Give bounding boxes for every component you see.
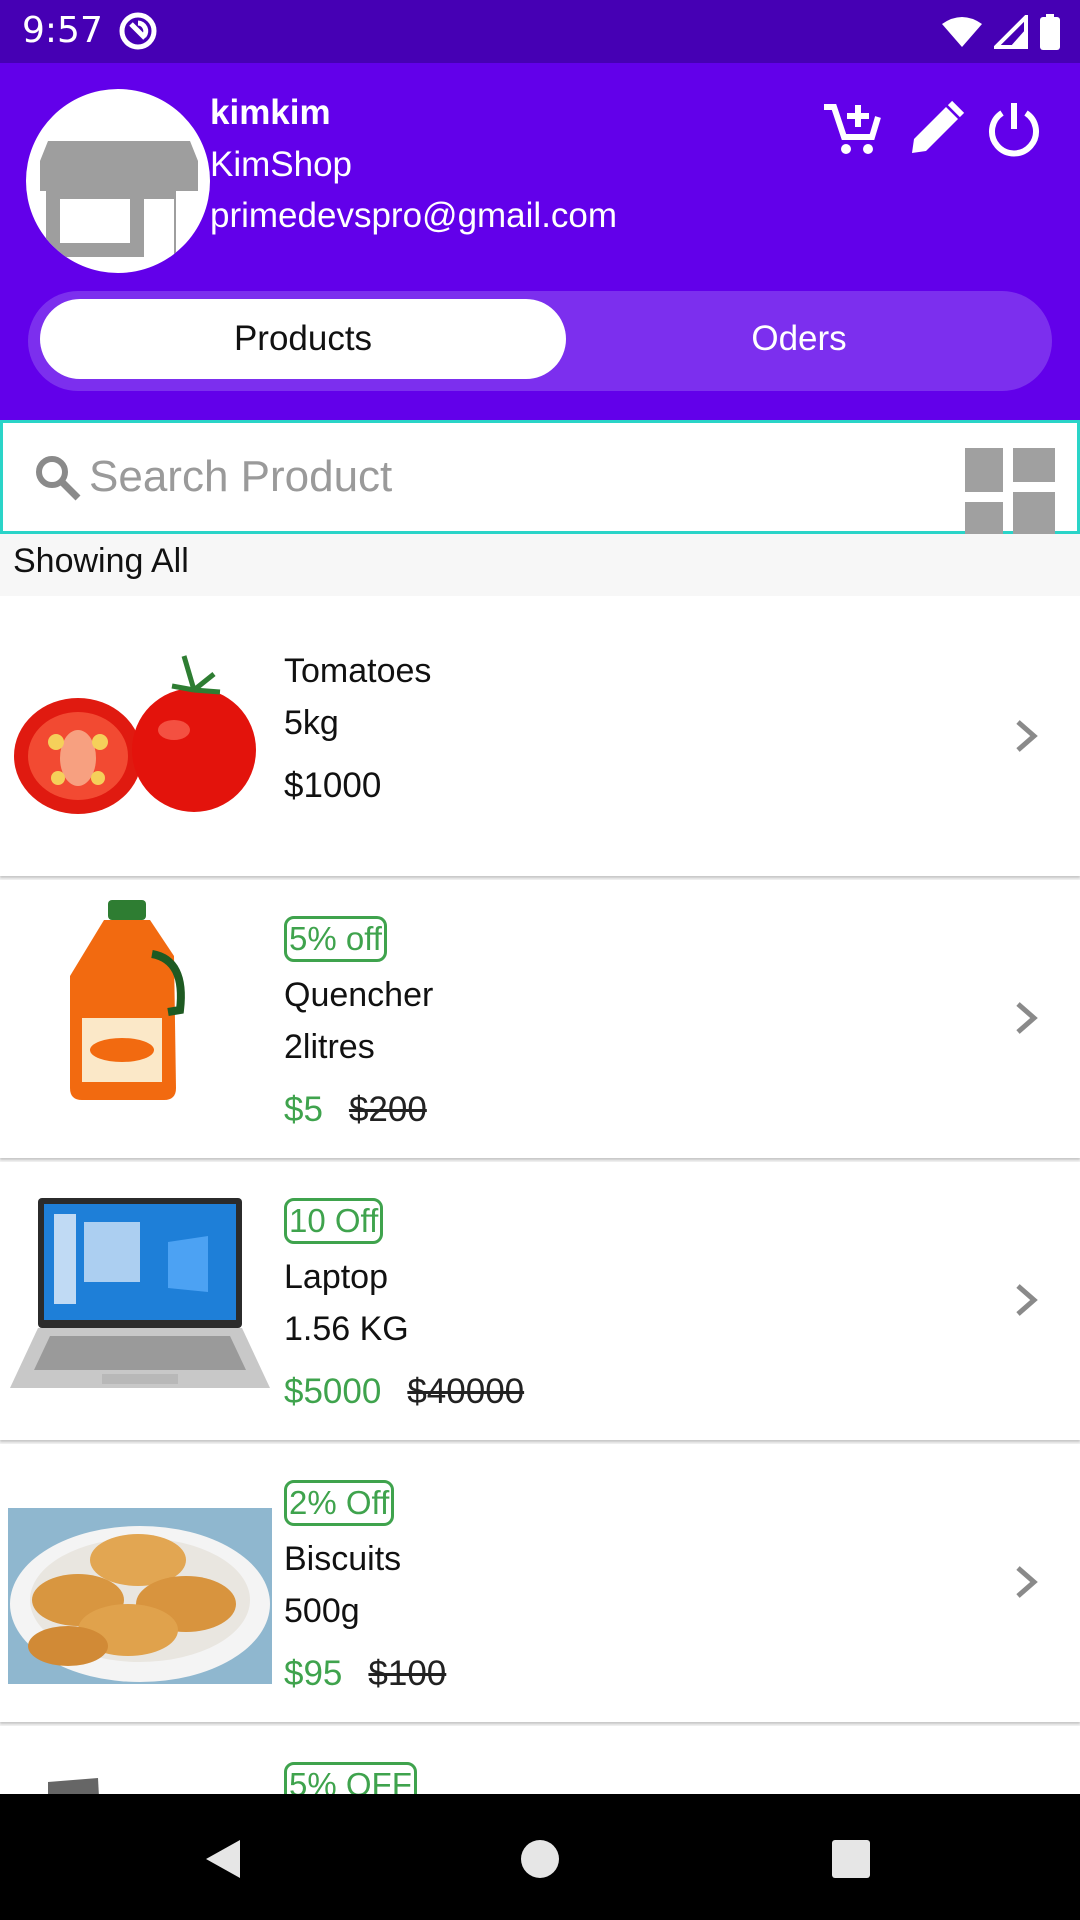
product-name: Laptop	[284, 1258, 388, 1296]
chevron-right-icon	[1016, 1284, 1038, 1316]
price-current: $5000	[284, 1372, 382, 1411]
home-icon[interactable]	[515, 1834, 565, 1884]
price-current: $95	[284, 1654, 343, 1693]
power-icon[interactable]	[984, 99, 1044, 159]
discount-badge: 10 Off	[284, 1198, 384, 1244]
product-image-tomatoes	[14, 655, 256, 814]
status-icons	[942, 12, 1060, 52]
profile-header: kimkim KimShop primedevspro@gmail.com Pr…	[0, 63, 1080, 420]
user-email: primedevspro@gmail.com	[210, 196, 618, 235]
product-weight: 2litres	[284, 1028, 375, 1066]
section-tabs: Products Oders	[28, 291, 1052, 391]
product-image-partial	[48, 1778, 99, 1794]
product-price: $5 $200	[284, 1090, 427, 1130]
price-original: $40000	[407, 1372, 525, 1411]
chevron-right-icon	[1016, 1566, 1038, 1598]
discount-badge: 5% off	[284, 916, 387, 962]
status-bar: 9:57	[0, 0, 1080, 63]
user-name: kimkim	[210, 93, 331, 132]
product-name: Quencher	[284, 976, 434, 1014]
filter-label: Showing All	[0, 534, 1080, 596]
price-original: $200	[348, 1090, 427, 1129]
product-weight: 1.56 KG	[284, 1310, 409, 1348]
product-weight: 5kg	[284, 704, 339, 742]
search-input[interactable]	[89, 441, 919, 513]
status-time: 9:57	[22, 10, 103, 51]
product-price: $5000 $40000	[284, 1372, 524, 1412]
store-icon	[40, 141, 198, 257]
category-grid-icon[interactable]	[965, 448, 1055, 536]
price-current: $5	[284, 1090, 323, 1129]
product-weight: 500g	[284, 1592, 360, 1630]
add-to-cart-icon[interactable]	[822, 99, 882, 159]
wifi-icon	[942, 17, 982, 47]
search-icon	[36, 456, 81, 501]
shop-name: KimShop	[210, 145, 353, 184]
product-name: Biscuits	[284, 1540, 402, 1578]
battery-icon	[1040, 14, 1060, 50]
product-image-laptop	[10, 1198, 270, 1388]
chevron-right-icon	[1016, 1002, 1038, 1034]
price-current: $1000	[284, 766, 382, 805]
product-item[interactable]: 5% off Quencher 2litres $5 $200	[0, 880, 1080, 1158]
recents-icon[interactable]	[826, 1834, 876, 1884]
product-item[interactable]: Tomatoes 5kg $1000	[0, 598, 1080, 876]
edit-icon[interactable]	[906, 99, 966, 159]
price-original: $100	[368, 1654, 447, 1693]
search-bar	[0, 420, 1080, 536]
product-item[interactable]: 10 Off Laptop 1.56 KG $5000 $40000	[0, 1162, 1080, 1440]
tab-products[interactable]: Products	[40, 299, 566, 379]
product-image-quencher	[70, 900, 185, 1100]
product-image-biscuits	[8, 1508, 272, 1684]
product-list[interactable]: Tomatoes 5kg $1000 5% off Quencher 2litr…	[0, 598, 1080, 1794]
back-icon[interactable]	[200, 1834, 250, 1884]
system-nav-bar	[0, 1794, 1080, 1920]
shop-avatar[interactable]	[26, 89, 210, 273]
tab-orders[interactable]: Oders	[554, 299, 1044, 379]
product-price: $1000	[284, 766, 381, 806]
signal-icon	[994, 15, 1028, 49]
product-item[interactable]: 5% OFF	[0, 1726, 1080, 1794]
discount-badge: 2% Off	[284, 1480, 395, 1526]
accessibility-icon	[119, 12, 157, 50]
chevron-right-icon	[1016, 720, 1038, 752]
product-name: Tomatoes	[284, 652, 432, 690]
discount-badge: 5% OFF	[284, 1762, 417, 1794]
product-price: $95 $100	[284, 1654, 446, 1694]
product-item[interactable]: 2% Off Biscuits 500g $95 $100	[0, 1444, 1080, 1722]
